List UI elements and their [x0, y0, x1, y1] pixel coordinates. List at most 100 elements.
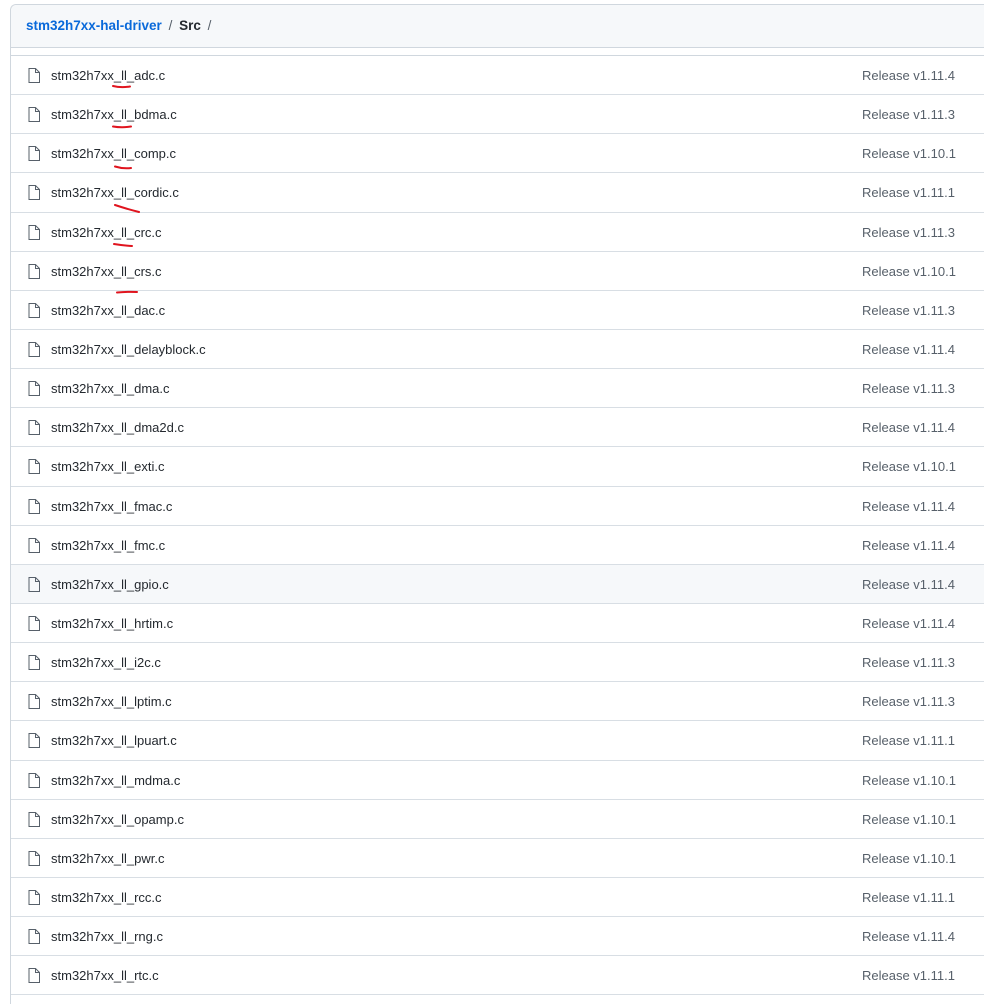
file-name-link[interactable]: stm32h7xx_ll_adc.c [51, 68, 165, 83]
commit-message-link[interactable]: Release v1.10.1 [862, 812, 956, 827]
file-row[interactable]: stm32h7xx_ll_bdma.c Release v1.11.3 [11, 95, 984, 135]
file-icon [28, 889, 40, 905]
commit-message-link[interactable]: Release v1.11.3 [862, 107, 955, 122]
breadcrumb-current-directory: Src [179, 18, 201, 33]
file-icon [28, 576, 40, 592]
breadcrumb: stm32h7xx-hal-driver / Src / [26, 18, 214, 33]
commit-message-link[interactable]: Release v1.11.4 [862, 616, 955, 631]
breadcrumb-repo-link[interactable]: stm32h7xx-hal-driver [26, 18, 162, 33]
file-icon [28, 302, 40, 318]
commit-message-link[interactable]: Release v1.11.1 [862, 185, 955, 200]
file-name-link[interactable]: stm32h7xx_ll_rng.c [51, 929, 163, 944]
file-icon [28, 537, 40, 553]
file-row[interactable]: stm32h7xx_ll_rng.c Release v1.11.4 [11, 917, 984, 957]
file-icon [28, 341, 40, 357]
file-icon [28, 185, 40, 201]
file-icon [28, 655, 40, 671]
file-name-link[interactable]: stm32h7xx_ll_fmc.c [51, 538, 165, 553]
file-name-link[interactable]: stm32h7xx_ll_lpuart.c [51, 733, 177, 748]
file-row[interactable]: stm32h7xx_ll_hrtim.c Release v1.11.4 [11, 603, 984, 644]
commit-message-link[interactable]: Release v1.11.3 [862, 303, 955, 318]
file-icon [28, 420, 40, 436]
file-name-link[interactable]: stm32h7xx_ll_hrtim.c [51, 616, 173, 631]
file-row[interactable]: stm32h7xx_ll_lptim.c Release v1.11.3 [11, 682, 984, 722]
breadcrumb-trailing-separator: / [207, 18, 212, 33]
file-name-link[interactable]: stm32h7xx_ll_delayblock.c [51, 342, 206, 357]
file-name-link[interactable]: stm32h7xx_ll_dma.c [51, 381, 170, 396]
commit-message-link[interactable]: Release v1.11.4 [862, 929, 955, 944]
file-icon [28, 263, 40, 279]
file-icon [28, 850, 40, 866]
file-name-link[interactable]: stm32h7xx_ll_exti.c [51, 459, 164, 474]
file-name-link[interactable]: stm32h7xx_ll_crc.c [51, 225, 162, 240]
file-icon [28, 811, 40, 827]
file-icon [28, 224, 40, 240]
file-icon [28, 146, 40, 162]
file-row[interactable]: stm32h7xx_ll_delayblock.c Release v1.11.4 [11, 329, 984, 370]
commit-message-link[interactable]: Release v1.11.4 [862, 577, 955, 592]
file-row[interactable]: stm32h7xx_ll_opamp.c Release v1.10.1 [11, 799, 984, 839]
commit-message-link[interactable]: Release v1.11.4 [862, 420, 955, 435]
file-row[interactable]: stm32h7xx_ll_lpuart.c Release v1.11.1 [11, 721, 984, 761]
file-browser-panel: stm32h7xx-hal-driver / Src / stm32h7xx_l… [10, 4, 984, 1004]
commit-message-link[interactable]: Release v1.11.4 [862, 342, 955, 357]
file-name-link[interactable]: stm32h7xx_ll_bdma.c [51, 107, 177, 122]
file-row[interactable]: stm32h7xx_ll_dma2d.c Release v1.11.4 [11, 408, 984, 448]
file-row[interactable]: stm32h7xx_ll_gpio.c Release v1.11.4 [11, 564, 984, 604]
file-row[interactable]: stm32h7xx_ll_mdma.c Release v1.10.1 [11, 760, 984, 800]
file-icon [28, 615, 40, 631]
file-list: stm32h7xx_ll_adc.c Release v1.11.4 stm32h7… [11, 56, 984, 996]
file-row[interactable]: stm32h7xx_ll_crc.c Release v1.11.3 [11, 212, 984, 252]
file-icon [28, 498, 40, 514]
breadcrumb-header: stm32h7xx-hal-driver / Src / [11, 5, 984, 48]
file-name-link[interactable]: stm32h7xx_ll_dma2d.c [51, 420, 184, 435]
commit-message-link[interactable]: Release v1.11.1 [862, 890, 955, 905]
commit-message-link[interactable]: Release v1.11.1 [862, 968, 955, 983]
commit-message-link[interactable]: Release v1.10.1 [862, 459, 956, 474]
file-name-link[interactable]: stm32h7xx_ll_opamp.c [51, 812, 184, 827]
commit-message-link[interactable]: Release v1.11.3 [862, 655, 955, 670]
file-name-link[interactable]: stm32h7xx_ll_rcc.c [51, 890, 162, 905]
file-row[interactable]: stm32h7xx_ll_adc.c Release v1.11.4 [11, 56, 984, 96]
file-icon [28, 381, 40, 397]
file-row[interactable]: stm32h7xx_ll_exti.c Release v1.10.1 [11, 447, 984, 487]
file-icon [28, 459, 40, 475]
file-icon [28, 929, 40, 945]
file-name-link[interactable]: stm32h7xx_ll_rtc.c [51, 968, 159, 983]
file-row[interactable]: stm32h7xx_ll_i2c.c Release v1.11.3 [11, 643, 984, 683]
file-icon [28, 772, 40, 788]
commit-message-link[interactable]: Release v1.11.4 [862, 68, 955, 83]
commit-message-link[interactable]: Release v1.11.1 [862, 733, 955, 748]
file-name-link[interactable]: stm32h7xx_ll_gpio.c [51, 577, 169, 592]
commit-message-link[interactable]: Release v1.10.1 [862, 851, 956, 866]
file-row[interactable]: stm32h7xx_ll_dac.c Release v1.11.3 [11, 290, 984, 330]
commit-message-link[interactable]: Release v1.11.4 [862, 499, 955, 514]
file-name-link[interactable]: stm32h7xx_ll_i2c.c [51, 655, 161, 670]
file-row[interactable]: stm32h7xx_ll_rcc.c Release v1.11.1 [11, 877, 984, 918]
file-row[interactable]: stm32h7xx_ll_cordic.c Release v1.11.1 [11, 173, 984, 213]
file-name-link[interactable]: stm32h7xx_ll_fmac.c [51, 499, 172, 514]
file-row[interactable]: stm32h7xx_ll_pwr.c Release v1.10.1 [11, 838, 984, 878]
file-name-link[interactable]: stm32h7xx_ll_cordic.c [51, 185, 179, 200]
file-name-link[interactable]: stm32h7xx_ll_crs.c [51, 264, 162, 279]
commit-message-link[interactable]: Release v1.11.4 [862, 538, 955, 553]
commit-message-link[interactable]: Release v1.10.1 [862, 264, 956, 279]
file-row[interactable]: stm32h7xx_ll_comp.c Release v1.10.1 [11, 134, 984, 174]
file-name-link[interactable]: stm32h7xx_ll_comp.c [51, 146, 176, 161]
file-row[interactable]: stm32h7xx_ll_fmac.c Release v1.11.4 [11, 486, 984, 526]
file-name-link[interactable]: stm32h7xx_ll_pwr.c [51, 851, 164, 866]
commit-message-link[interactable]: Release v1.10.1 [862, 146, 956, 161]
file-name-link[interactable]: stm32h7xx_ll_lptim.c [51, 694, 172, 709]
file-name-link[interactable]: stm32h7xx_ll_mdma.c [51, 773, 180, 788]
file-row[interactable]: stm32h7xx_ll_rtc.c Release v1.11.1 [11, 956, 984, 996]
file-icon [28, 107, 40, 123]
commit-message-link[interactable]: Release v1.11.3 [862, 225, 955, 240]
file-row[interactable]: stm32h7xx_ll_dma.c Release v1.11.3 [11, 369, 984, 409]
file-row[interactable]: stm32h7xx_ll_fmc.c Release v1.11.4 [11, 525, 984, 565]
commit-message-link[interactable]: Release v1.11.3 [862, 381, 955, 396]
file-row[interactable]: stm32h7xx_ll_crs.c Release v1.10.1 [11, 251, 984, 291]
commit-message-link[interactable]: Release v1.11.3 [862, 694, 955, 709]
commit-message-link[interactable]: Release v1.10.1 [862, 773, 956, 788]
breadcrumb-separator: / [168, 18, 173, 33]
file-name-link[interactable]: stm32h7xx_ll_dac.c [51, 303, 165, 318]
